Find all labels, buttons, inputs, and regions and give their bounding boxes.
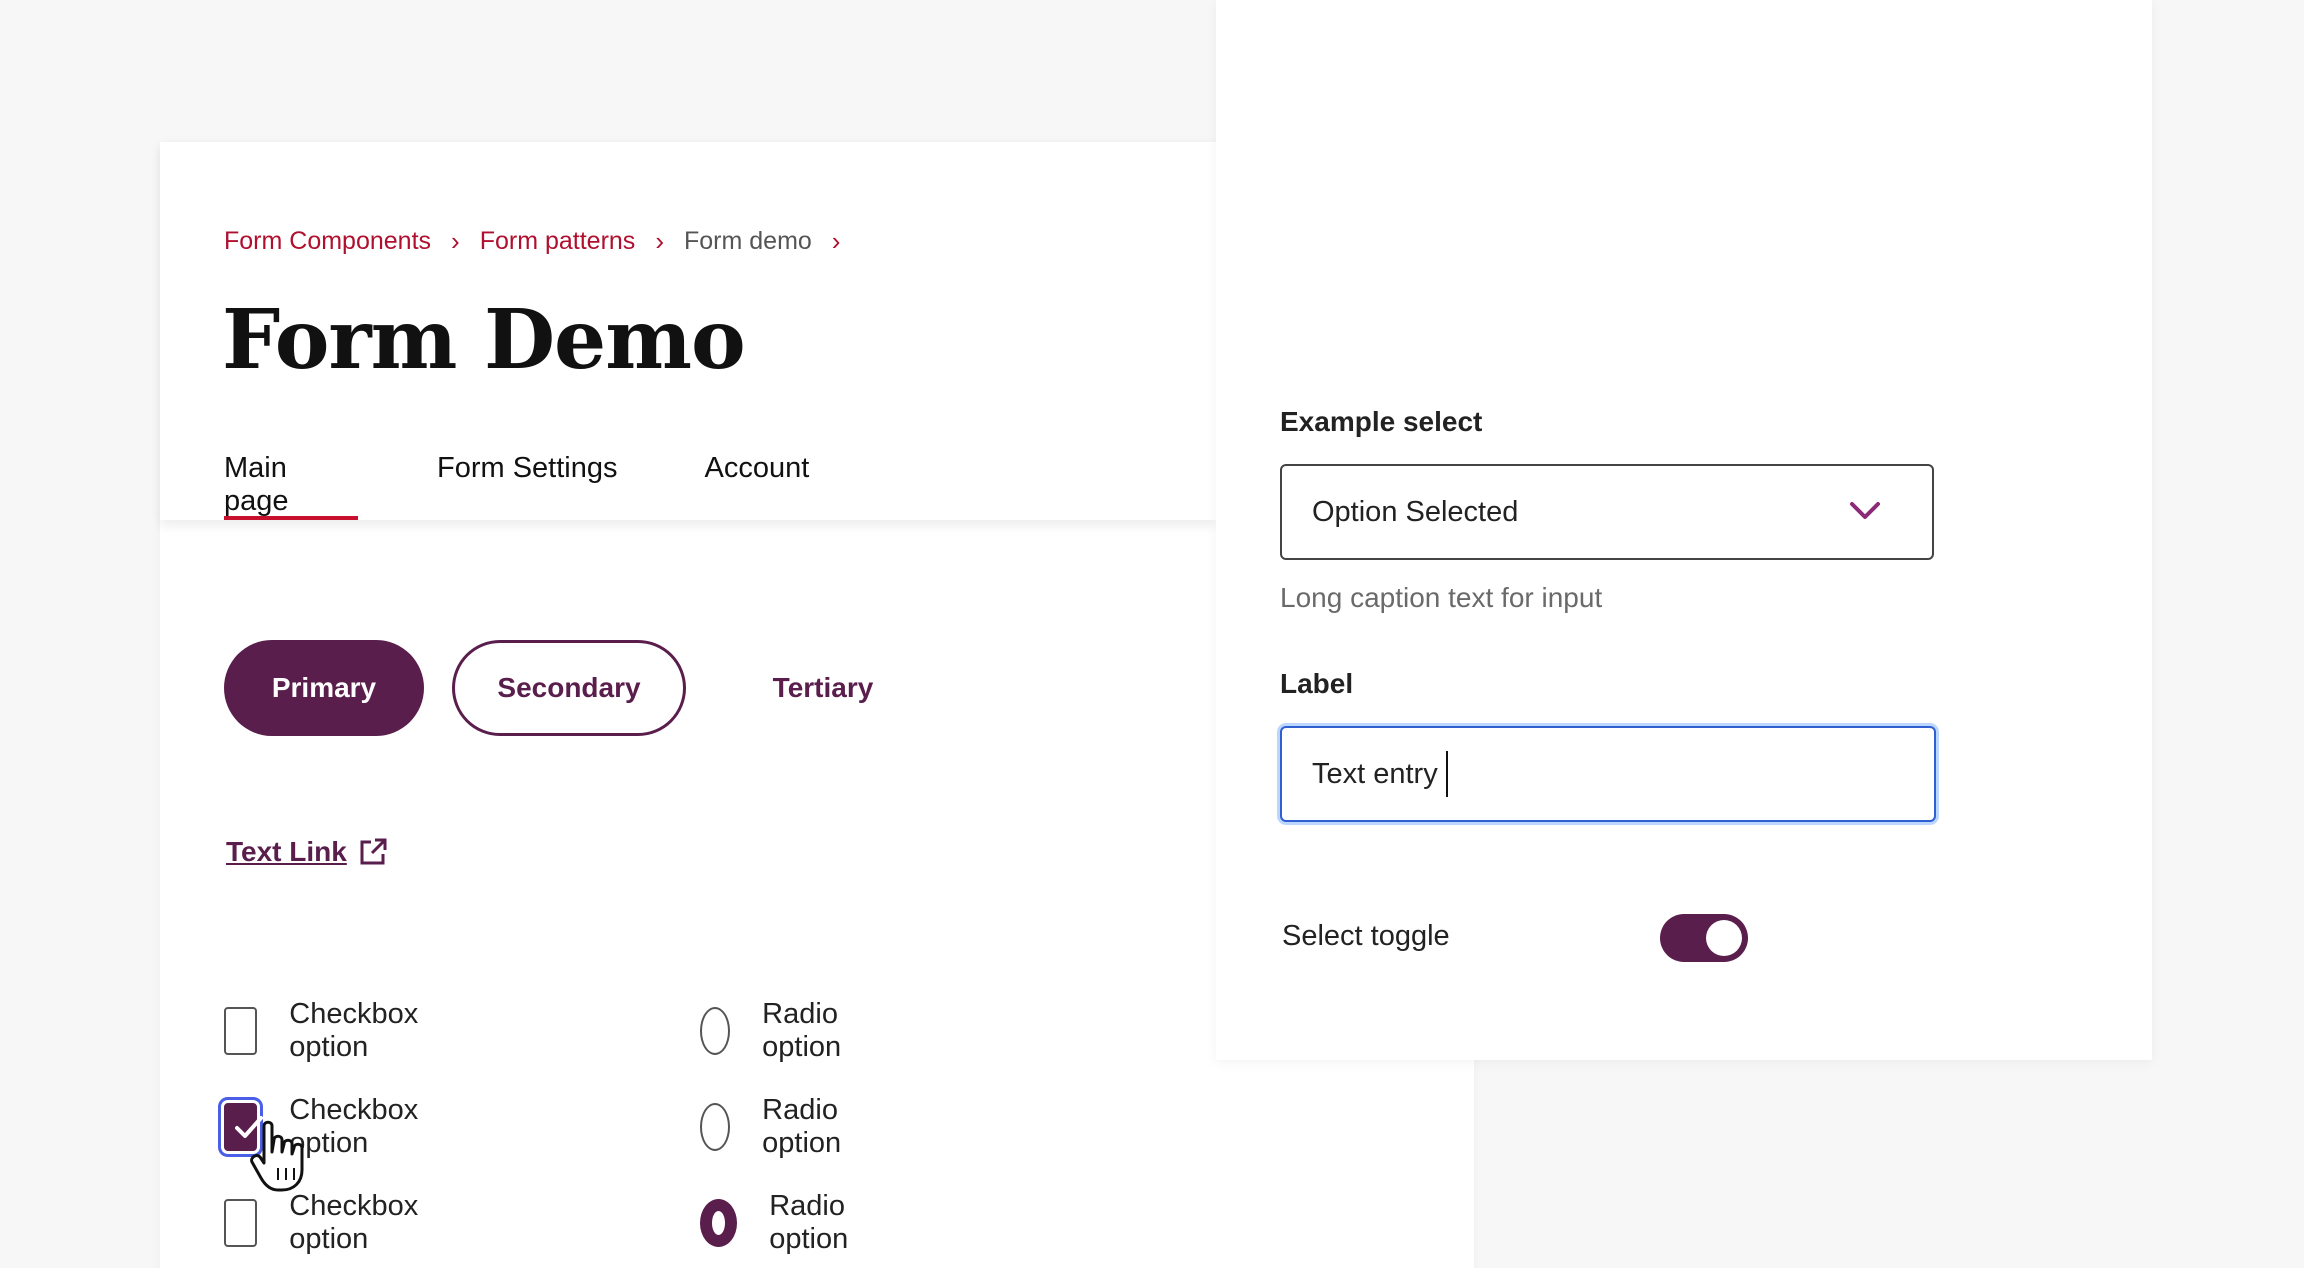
radio-label: Radio option [769, 1190, 849, 1255]
tab-form-settings[interactable]: Form Settings [437, 448, 618, 520]
radio-row: Radio option [700, 1094, 859, 1160]
checkbox[interactable] [224, 1007, 258, 1055]
radio-button[interactable] [700, 1103, 731, 1151]
radio-label: Radio option [762, 998, 842, 1063]
checkbox-row: Checkbox option [224, 1190, 433, 1256]
page-header: Form Components › Form patterns › Form d… [160, 142, 1216, 520]
text-entry-value: Text entry [1312, 757, 1438, 790]
tertiary-button[interactable]: Tertiary [768, 640, 878, 736]
tab-bar: Main page Form Settings Account [224, 448, 809, 520]
tab-main-page[interactable]: Main page [224, 448, 358, 520]
toggle-label: Select toggle [1282, 920, 1450, 952]
checkbox-label: Checkbox option [289, 1190, 419, 1255]
secondary-button[interactable]: Secondary [452, 640, 686, 736]
hand-cursor-icon [250, 1120, 304, 1192]
text-link[interactable]: Text Link [226, 836, 389, 868]
breadcrumb: Form Components › Form patterns › Form d… [224, 226, 860, 257]
radio-button-selected[interactable] [700, 1199, 738, 1247]
breadcrumb-current: Form demo [683, 227, 812, 255]
chevron-down-icon [1850, 502, 1880, 519]
radio-label: Radio option [762, 1094, 842, 1159]
breadcrumb-separator: › [655, 226, 664, 256]
checkbox-row: Checkbox option [224, 998, 433, 1064]
button-row: Primary Secondary Tertiary [224, 640, 878, 736]
page-title: Form Demo [222, 292, 746, 388]
text-caret [1445, 751, 1448, 797]
example-select[interactable]: Option Selected [1280, 464, 1934, 560]
select-value: Option Selected [1312, 495, 1519, 528]
text-field-label: Label [1280, 668, 1354, 699]
select-caption: Long caption text for input [1280, 582, 1603, 613]
select-toggle[interactable] [1660, 914, 1748, 962]
checkbox-label: Checkbox option [289, 998, 419, 1063]
primary-button[interactable]: Primary [224, 640, 424, 736]
text-link-label: Text Link [226, 836, 347, 867]
breadcrumb-separator: › [451, 226, 460, 256]
tab-account[interactable]: Account [705, 448, 810, 520]
radio-row: Radio option [700, 1190, 859, 1256]
toggle-knob [1706, 920, 1742, 956]
form-panel: Example select Option Selected Long capt… [1216, 0, 2152, 1060]
checkbox[interactable] [224, 1199, 258, 1247]
select-label: Example select [1280, 406, 1483, 437]
radio-button[interactable] [700, 1007, 731, 1055]
breadcrumb-link-form-patterns[interactable]: Form patterns [480, 227, 636, 256]
breadcrumb-separator: › [831, 226, 841, 256]
radio-row: Radio option [700, 998, 859, 1064]
breadcrumb-link-form-components[interactable]: Form Components [224, 227, 431, 256]
text-entry-input[interactable]: Text entry [1280, 726, 1936, 822]
external-link-icon [360, 838, 387, 865]
